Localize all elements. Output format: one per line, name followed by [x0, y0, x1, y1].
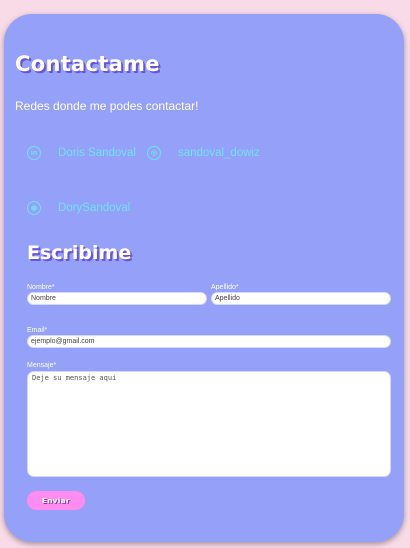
github-link[interactable]: ◉ DorySandoval	[27, 201, 130, 215]
apellido-field[interactable]: Apellido	[211, 292, 391, 305]
linkedin-label: Doris Sandoval	[58, 147, 136, 159]
apellido-label: Apellido*	[211, 284, 239, 291]
instagram-label: sandoval_dowiz	[178, 147, 260, 159]
github-icon: ◉	[27, 201, 41, 215]
page-title: Contactame	[15, 52, 160, 76]
contact-card: Contactame Redes donde me podes contacta…	[4, 14, 404, 542]
email-field[interactable]: ejemplo@gmail.com	[27, 335, 391, 348]
email-label: Email*	[27, 327, 48, 334]
nombre-field[interactable]: Nombre	[27, 292, 207, 305]
page-subtitle: Redes donde me podes contactar!	[15, 99, 199, 113]
github-label: DorySandoval	[58, 202, 131, 214]
instagram-icon: ◎	[147, 146, 161, 160]
nombre-label: Nombre*	[27, 284, 55, 291]
instagram-link[interactable]: ◎ sandoval_dowiz	[147, 146, 260, 160]
linkedin-icon: in	[27, 146, 41, 160]
mensaje-label: Mensaje*	[27, 362, 57, 369]
mensaje-textarea[interactable]: Deje su mensaje aqui	[27, 371, 391, 477]
form-heading: Escribime	[27, 242, 132, 264]
send-button[interactable]: Enviar	[27, 491, 85, 510]
linkedin-link[interactable]: in Doris Sandoval	[27, 146, 136, 160]
